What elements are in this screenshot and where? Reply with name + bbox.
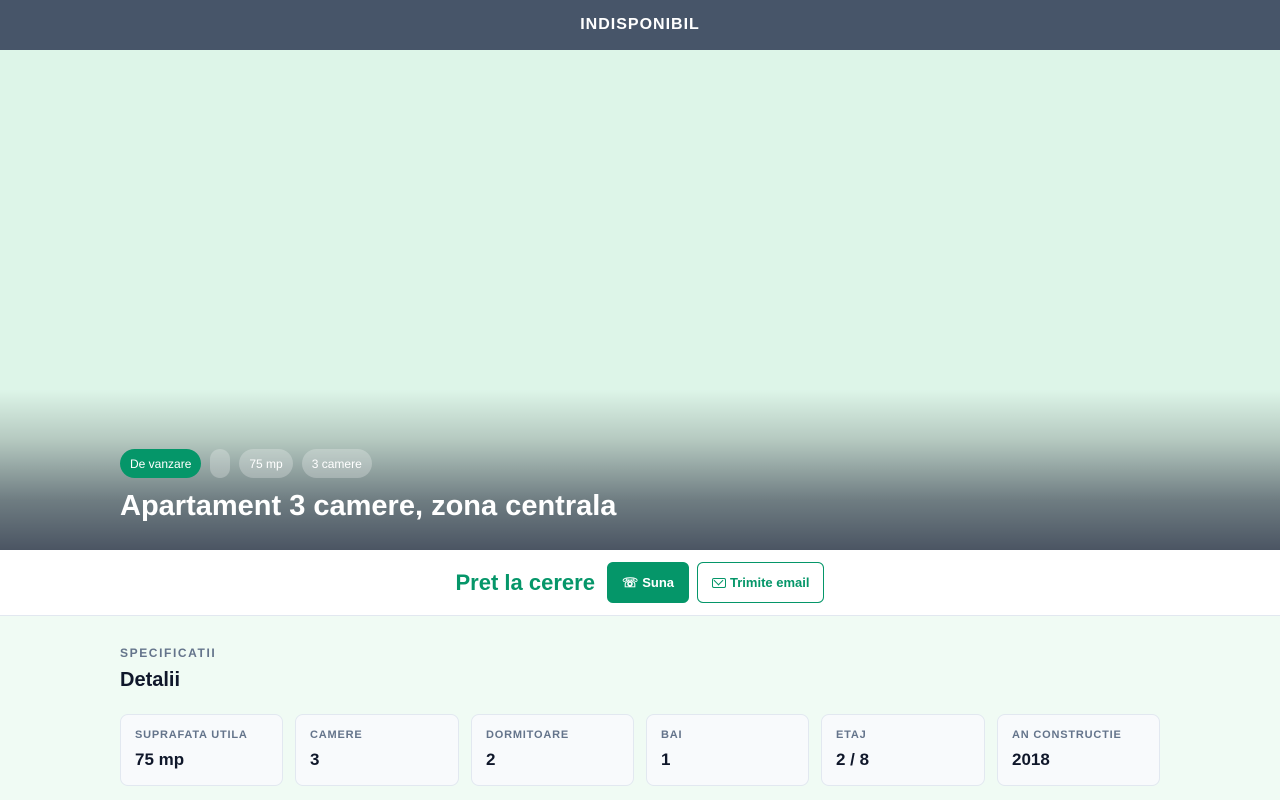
specs-grid: SUPRAFATA UTILA 75 mp CAMERE 3 DORMITOAR… <box>120 714 1160 786</box>
spec-value: 3 <box>310 750 320 769</box>
badge-area: 75 mp <box>239 449 293 478</box>
details-section: SPECIFICATII Detalii <box>120 646 1160 692</box>
badge-rooms: 3 camere <box>301 449 372 478</box>
spec-label: SUPRAFATA UTILA <box>135 729 248 741</box>
listing-title: Apartament 3 camere, zona centrala <box>120 490 617 522</box>
spec-value: 1 <box>661 750 671 769</box>
call-button[interactable]: ☏ Suna <box>606 562 689 603</box>
spec-card: CAMERE 3 <box>295 714 459 786</box>
spec-value: 75 mp <box>135 750 185 769</box>
badge-empty <box>210 449 231 478</box>
top-bar: INDISPONIBIL <box>0 0 1280 50</box>
spec-card: SUPRAFATA UTILA 75 mp <box>120 714 283 786</box>
spec-card: DORMITOARE 2 <box>471 714 634 786</box>
spec-card: AN CONSTRUCTIE 2018 <box>997 714 1160 786</box>
section-title: Detalii <box>120 669 181 691</box>
mail-icon <box>712 577 726 588</box>
spec-label: BAI <box>661 729 683 741</box>
spec-label: AN CONSTRUCTIE <box>1012 729 1122 741</box>
price-label: Pret la cerere <box>455 569 595 595</box>
spec-label: CAMERE <box>310 729 363 741</box>
spec-card: ETAJ 2 / 8 <box>821 714 985 786</box>
email-button[interactable]: Trimite email <box>697 562 825 603</box>
badge-listing-type: De vanzare <box>120 449 202 478</box>
spec-label: ETAJ <box>836 729 867 741</box>
hero-image: De vanzare 75 mp 3 camere Apartament 3 c… <box>0 50 1280 550</box>
call-button-label: Suna <box>642 575 674 590</box>
spec-value: 2 <box>486 750 496 769</box>
spec-value: 2 / 8 <box>836 750 870 769</box>
spec-value: 2018 <box>1012 750 1050 769</box>
hero-badges: De vanzare 75 mp 3 camere <box>120 449 372 478</box>
price-bar: Pret la cerere ☏ Suna Trimite email <box>0 550 1280 616</box>
availability-status: INDISPONIBIL <box>580 16 700 33</box>
email-button-label: Trimite email <box>730 575 810 590</box>
section-eyebrow: SPECIFICATII <box>120 646 217 660</box>
phone-icon: ☏ <box>621 574 639 590</box>
spec-card: BAI 1 <box>646 714 809 786</box>
spec-label: DORMITOARE <box>486 729 569 741</box>
